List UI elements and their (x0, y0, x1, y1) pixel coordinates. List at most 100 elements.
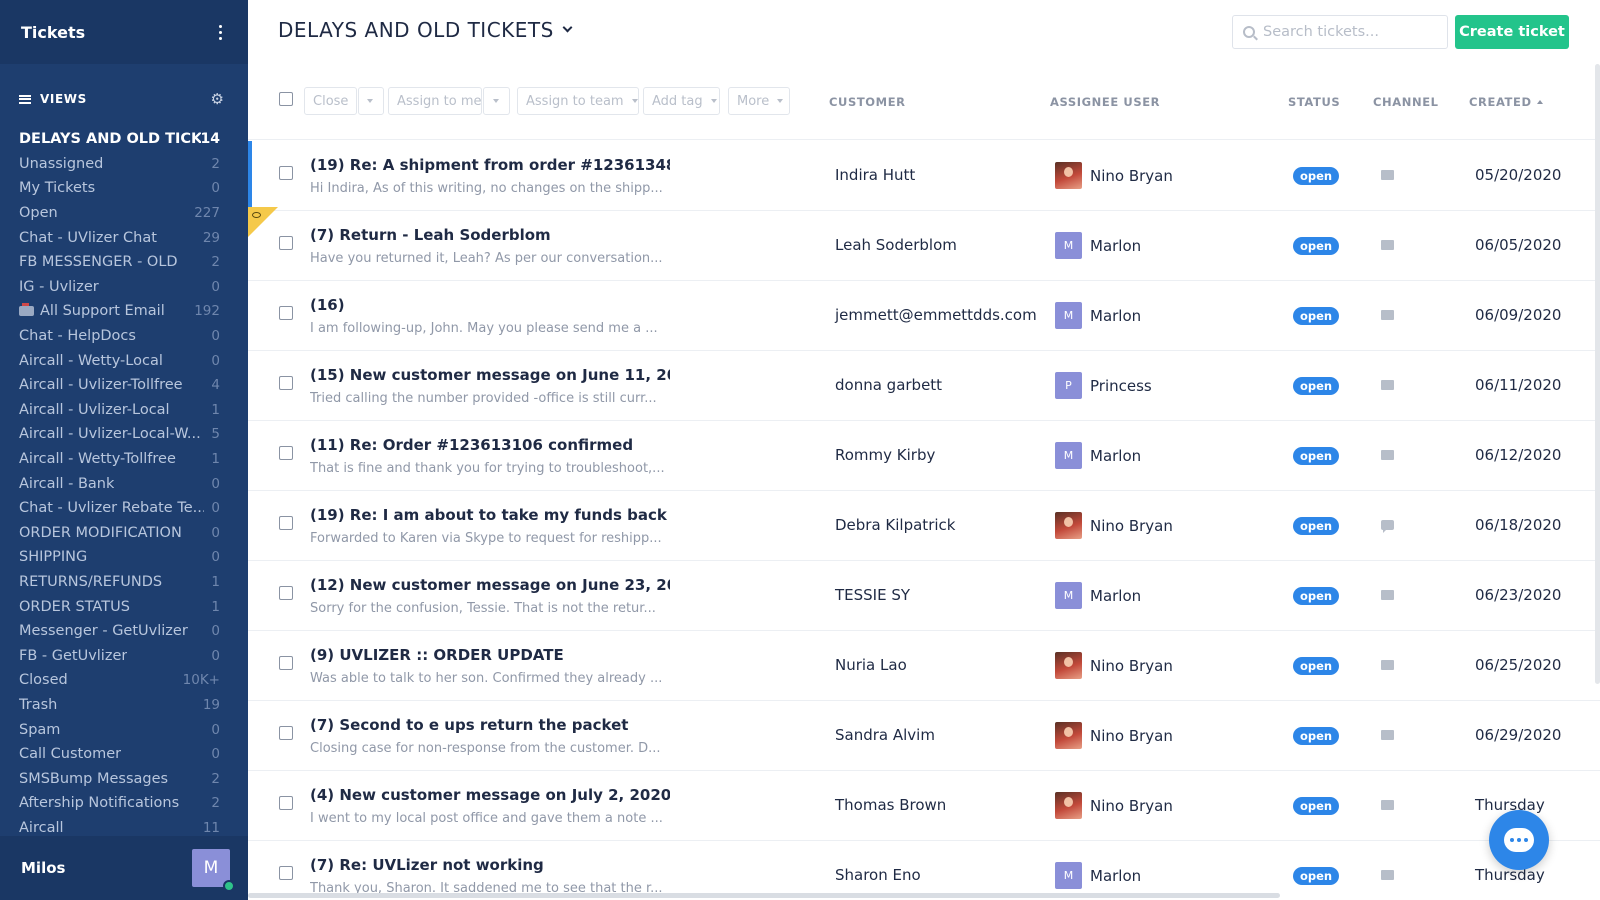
select-all-checkbox[interactable] (279, 92, 293, 106)
ticket-subject[interactable]: (7) Second to e ups return the packet (310, 716, 670, 734)
avatar-initial: P (1065, 379, 1072, 392)
ticket-subject[interactable]: (11) Re: Order #123613106 confirmed (310, 436, 670, 454)
ticket-subject[interactable]: (19) Re: A shipment from order #12361348… (310, 156, 670, 174)
close-button[interactable]: Close (304, 87, 357, 115)
sidebar-view-item[interactable]: Trash 19 (0, 693, 248, 718)
ticket-row[interactable]: (4) New customer message on July 2, 2020… (248, 771, 1600, 841)
sidebar-view-count: 0 (211, 352, 220, 369)
row-checkbox[interactable] (279, 446, 293, 460)
column-header-status[interactable]: STATUS (1288, 95, 1340, 109)
column-header-assignee[interactable]: ASSIGNEE USER (1050, 95, 1160, 109)
assign-to-team-button[interactable]: Assign to team (517, 87, 639, 115)
ticket-row[interactable]: (19) Re: I am about to take my funds bac… (248, 491, 1600, 561)
sidebar-view-item[interactable]: All Support Email 192 (0, 299, 248, 324)
column-header-created[interactable]: CREATED (1469, 95, 1543, 109)
status-badge: open (1293, 657, 1340, 675)
ticket-customer: Rommy Kirby (835, 446, 936, 464)
chat-widget-button[interactable] (1489, 810, 1549, 870)
sidebar-view-item[interactable]: Aircall - Wetty-Local 0 (0, 348, 248, 373)
sidebar-view-item[interactable]: FB MESSENGER - OLD 2 (0, 250, 248, 275)
sidebar-view-item[interactable]: Open 227 (0, 201, 248, 226)
ticket-customer: donna garbett (835, 376, 943, 394)
ticket-row[interactable]: (16) I am following-up, John. May you ple… (248, 281, 1600, 351)
row-checkbox[interactable] (279, 866, 293, 880)
vertical-scrollbar[interactable] (1595, 64, 1600, 684)
ticket-row[interactable]: (19) Re: A shipment from order #12361348… (248, 141, 1600, 211)
row-checkbox[interactable] (279, 166, 293, 180)
sidebar-view-item[interactable]: Chat - HelpDocs 0 (0, 324, 248, 349)
ticket-row[interactable]: (7) Re: UVLizer not working Thank you, Sh… (248, 841, 1600, 900)
sidebar-view-item[interactable]: DELAYS AND OLD TICK... 14 (0, 127, 248, 152)
created-label: CREATED (1469, 95, 1532, 109)
ticket-subject[interactable]: (7) Re: UVLizer not working (310, 856, 670, 874)
sidebar-view-item[interactable]: My Tickets 0 (0, 176, 248, 201)
create-ticket-button[interactable]: Create ticket (1455, 15, 1569, 49)
row-checkbox[interactable] (279, 236, 293, 250)
ticket-subject[interactable]: (15) New customer message on June 11, 20… (310, 366, 670, 384)
row-checkbox[interactable] (279, 656, 293, 670)
ticket-row[interactable]: (12) New customer message on June 23, 20… (248, 561, 1600, 631)
sidebar-view-item[interactable]: ORDER STATUS 1 (0, 594, 248, 619)
close-dropdown-button[interactable] (358, 87, 384, 115)
ticket-row[interactable]: (11) Re: Order #123613106 confirmed That … (248, 421, 1600, 491)
more-button[interactable]: More (728, 87, 790, 115)
search-input[interactable] (1263, 24, 1433, 40)
sidebar-view-item[interactable]: Chat - Uvlizer Rebate Te... 0 (0, 496, 248, 521)
gear-icon[interactable]: ⚙ (211, 90, 224, 108)
horizontal-scrollbar[interactable] (248, 893, 1280, 898)
sidebar-view-item[interactable]: SMSBump Messages 2 (0, 766, 248, 791)
assign-to-me-label: Assign to me (397, 93, 482, 109)
row-checkbox[interactable] (279, 586, 293, 600)
row-checkbox[interactable] (279, 796, 293, 810)
sidebar-view-item[interactable]: Aircall - Wetty-Tollfree 1 (0, 447, 248, 472)
ticket-row[interactable]: (7) Second to e ups return the packet Clo… (248, 701, 1600, 771)
assign-to-me-button[interactable]: Assign to me (388, 87, 482, 115)
sidebar-view-text: Open (19, 205, 58, 222)
view-list: DELAYS AND OLD TICK... 14 Unassigned 2 My Ti… (0, 127, 248, 840)
sidebar-view-item[interactable]: SHIPPING 0 (0, 545, 248, 570)
ticket-created: 06/18/2020 (1475, 516, 1562, 534)
more-options-icon[interactable] (215, 21, 226, 44)
assign-dropdown-button[interactable] (483, 87, 510, 115)
row-checkbox[interactable] (279, 516, 293, 530)
user-avatar[interactable]: M (192, 849, 235, 892)
page-title[interactable]: DELAYS AND OLD TICKETS (278, 18, 573, 42)
column-header-channel[interactable]: CHANNEL (1373, 95, 1439, 109)
sidebar-view-item[interactable]: Aircall - Uvlizer-Local 1 (0, 398, 248, 423)
ticket-subject[interactable]: (9) UVLIZER :: ORDER UPDATE (310, 646, 670, 664)
sidebar-view-item[interactable]: Closed 10K+ (0, 668, 248, 693)
row-checkbox[interactable] (279, 376, 293, 390)
sidebar-view-item[interactable]: Chat - UVlizer Chat 29 (0, 225, 248, 250)
sidebar-view-label: ORDER MODIFICATION (19, 525, 182, 541)
sidebar-view-text: Aircall (19, 819, 64, 836)
sidebar-view-item[interactable]: Aircall - Uvlizer-Local-W... 5 (0, 422, 248, 447)
row-checkbox[interactable] (279, 306, 293, 320)
ticket-subject[interactable]: (19) Re: I am about to take my funds bac… (310, 506, 670, 524)
sidebar-view-item[interactable]: Aftership Notifications 2 (0, 791, 248, 816)
row-checkbox[interactable] (279, 726, 293, 740)
sidebar-view-item[interactable]: Aircall - Bank 0 (0, 471, 248, 496)
sidebar-view-text: ORDER STATUS (19, 598, 130, 615)
sidebar-view-item[interactable]: Unassigned 2 (0, 152, 248, 177)
sidebar-view-item[interactable]: IG - Uvlizer 0 (0, 275, 248, 300)
ticket-row[interactable]: (15) New customer message on June 11, 20… (248, 351, 1600, 421)
ticket-subject[interactable]: (12) New customer message on June 23, 20… (310, 576, 670, 594)
sidebar-view-item[interactable]: Aircall - Uvlizer-Tollfree 4 (0, 373, 248, 398)
sidebar-view-item[interactable]: FB - GetUvlizer 0 (0, 643, 248, 668)
ticket-subject[interactable]: (4) New customer message on July 2, 2020… (310, 786, 670, 804)
search-box[interactable] (1232, 15, 1448, 49)
column-header-customer[interactable]: CUSTOMER (829, 95, 906, 109)
sidebar-view-item[interactable]: Call Customer 0 (0, 742, 248, 767)
sidebar-view-item[interactable]: RETURNS/REFUNDS 1 (0, 570, 248, 595)
ticket-subject[interactable]: (16) (310, 296, 670, 314)
envelope-icon (1381, 240, 1394, 250)
ticket-row[interactable]: (9) UVLIZER :: ORDER UPDATE Was able to t… (248, 631, 1600, 701)
ticket-subject[interactable]: (7) Return - Leah Soderblom (310, 226, 670, 244)
sidebar-view-item[interactable]: ORDER MODIFICATION 0 (0, 521, 248, 546)
sidebar: Tickets VIEWS ⚙ DELAYS AND OLD TICK... 14… (0, 0, 248, 900)
ticket-row[interactable]: (7) Return - Leah Soderblom Have you retu… (248, 211, 1600, 281)
add-tag-button[interactable]: Add tag (643, 87, 720, 115)
sidebar-view-item[interactable]: Messenger - GetUvlizer 0 (0, 619, 248, 644)
sidebar-view-label: Aircall (19, 820, 64, 836)
sidebar-view-item[interactable]: Spam 0 (0, 717, 248, 742)
